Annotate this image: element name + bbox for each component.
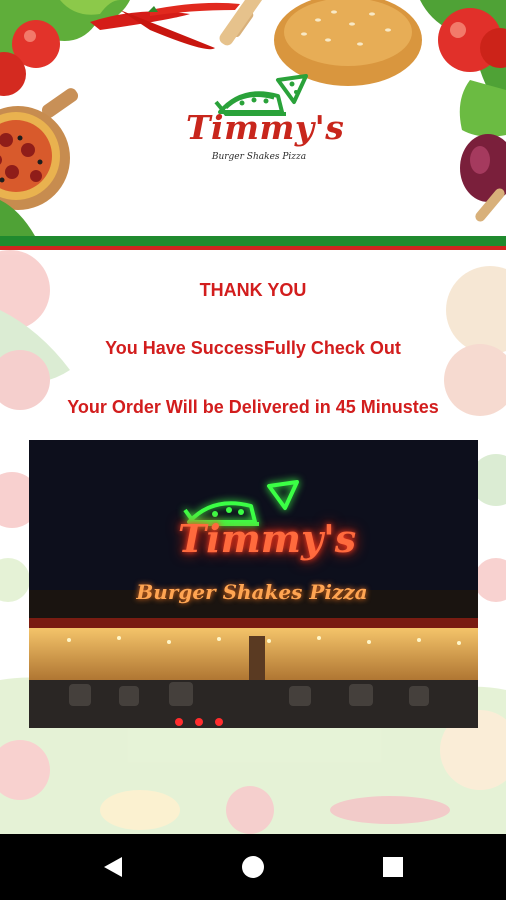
confirmation-screen: THANK YOU You Have SuccessFully Check Ou… xyxy=(0,250,506,834)
storefront-sign-tagline: Burger Shakes Pizza xyxy=(136,580,368,604)
storefront-sign-name: Timmy's xyxy=(177,516,357,561)
home-icon xyxy=(242,856,264,878)
restaurant-storefront-photo: Timmy's Burger Shakes Pizza xyxy=(29,440,478,728)
thank-you-heading: THANK YOU xyxy=(199,280,307,300)
nav-recents-button[interactable] xyxy=(373,847,413,887)
logo-tagline: Burger Shakes Pizza xyxy=(211,152,307,162)
nav-back-button[interactable] xyxy=(93,847,133,887)
recents-icon xyxy=(383,857,403,877)
header-divider-green xyxy=(0,236,506,246)
back-icon xyxy=(104,857,122,877)
delivery-time-message: Your Order Will be Delivered in 45 Minus… xyxy=(67,397,439,417)
checkout-success-message: You Have SuccessFully Check Out xyxy=(105,338,401,358)
header-banner: Timmy's Burger Shakes Pizza xyxy=(0,0,506,236)
system-navigation-bar xyxy=(0,834,506,900)
brand-logo: Timmy's Burger Shakes Pizza xyxy=(186,72,345,172)
logo-wordmark: Timmy's xyxy=(186,108,345,147)
nav-home-button[interactable] xyxy=(233,847,273,887)
